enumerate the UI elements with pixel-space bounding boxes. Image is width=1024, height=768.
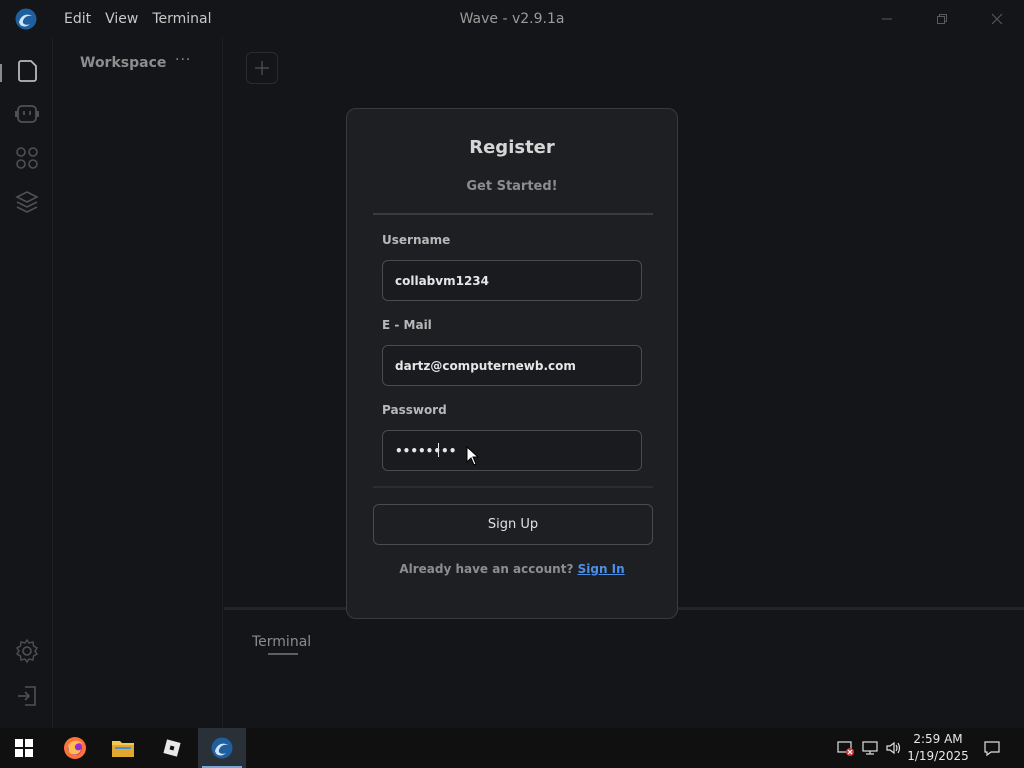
terminal-panel: Terminal xyxy=(224,610,1024,728)
email-label: E - Mail xyxy=(382,318,432,332)
terminal-tab[interactable]: Terminal xyxy=(252,634,311,650)
network-icon[interactable] xyxy=(860,728,880,768)
wave-logo-icon xyxy=(13,6,39,32)
clock-date: 1/19/2025 xyxy=(907,749,969,763)
close-button[interactable] xyxy=(969,0,1024,38)
menu-view[interactable]: View xyxy=(98,11,145,27)
register-subtitle: Get Started! xyxy=(466,179,558,194)
robot-icon[interactable] xyxy=(0,92,53,136)
divider xyxy=(373,486,653,488)
mouse-pointer-icon xyxy=(466,445,480,470)
system-clock[interactable]: 2:59 AM 1/19/2025 xyxy=(906,731,970,765)
register-title: Register xyxy=(469,137,555,158)
layers-icon[interactable] xyxy=(0,180,53,224)
firefox-icon[interactable] xyxy=(51,728,99,768)
menu-terminal[interactable]: Terminal xyxy=(145,11,218,27)
username-label: Username xyxy=(382,233,451,247)
roblox-icon[interactable] xyxy=(148,728,196,768)
terminal-tab-underline xyxy=(268,653,298,655)
text-caret xyxy=(438,443,439,457)
menu-bar: Edit View Terminal xyxy=(57,11,219,27)
file-icon[interactable] xyxy=(0,49,53,93)
wave-icon[interactable] xyxy=(198,728,246,768)
workspace-more-button[interactable]: ··· xyxy=(175,52,191,68)
username-input[interactable] xyxy=(382,260,642,301)
divider xyxy=(373,213,653,215)
sign-in-prompt-text: Already have an account? xyxy=(399,562,574,576)
apps-grid-icon[interactable] xyxy=(0,136,53,180)
minimize-button[interactable] xyxy=(859,0,914,38)
sign-in-prompt: Already have an account? Sign In xyxy=(347,562,677,576)
windows-start-icon[interactable] xyxy=(0,728,48,768)
settings-icon[interactable] xyxy=(0,629,53,673)
plus-icon xyxy=(255,61,269,75)
folder-icon[interactable] xyxy=(99,728,147,768)
window-controls xyxy=(859,0,1024,38)
logout-icon[interactable] xyxy=(0,674,53,718)
workspace-panel: Workspace ··· xyxy=(54,38,223,728)
wave-app-window: Edit View Terminal Wave - v2.9.1a Worksp… xyxy=(0,0,1024,728)
volume-icon[interactable] xyxy=(884,728,904,768)
taskbar: 2:59 AM 1/19/2025 xyxy=(0,728,1024,768)
workspace-title: Workspace xyxy=(80,55,167,71)
activity-bar xyxy=(0,38,53,728)
register-modal: Register Get Started! Username E - Mail … xyxy=(346,108,678,619)
sign-in-link[interactable]: Sign In xyxy=(578,562,625,576)
password-input[interactable] xyxy=(382,430,642,471)
menu-edit[interactable]: Edit xyxy=(57,11,98,27)
add-tab-button[interactable] xyxy=(246,52,278,84)
title-bar: Edit View Terminal Wave - v2.9.1a xyxy=(0,0,1024,38)
password-label: Password xyxy=(382,403,447,417)
maximize-button[interactable] xyxy=(914,0,969,38)
sign-up-button[interactable]: Sign Up xyxy=(373,504,653,545)
clock-time: 2:59 AM xyxy=(913,732,963,746)
network-warning-icon[interactable] xyxy=(836,728,856,768)
email-input[interactable] xyxy=(382,345,642,386)
notification-icon[interactable] xyxy=(978,728,1006,768)
